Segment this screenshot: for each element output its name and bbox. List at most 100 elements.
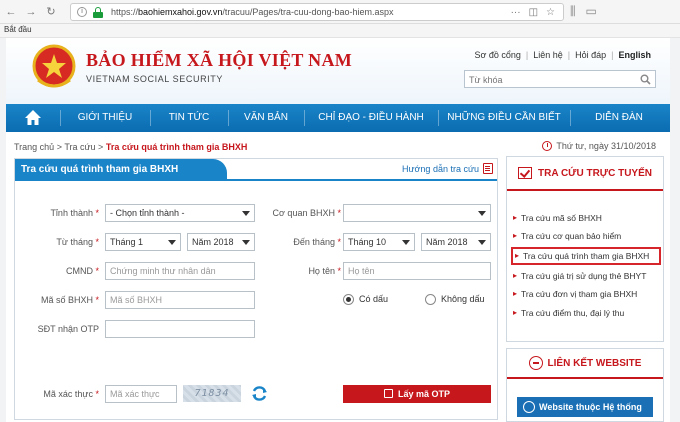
breadcrumb-current: Tra cứu quá trình tham gia BHXH [105,142,248,152]
nav-separator [304,110,305,126]
english-link[interactable]: English [613,50,656,60]
reload-icon[interactable]: ↻ [44,5,58,19]
back-icon[interactable]: ← [4,5,18,19]
star-icon[interactable]: ☆ [546,7,555,18]
browser-toolbar: ← → ↻ i https://baohiemxahoi.gov.vn/trac… [0,0,680,24]
nav-item-documents[interactable]: VĂN BẢN [232,104,300,132]
home-icon[interactable] [24,109,42,127]
province-select[interactable]: - Chọn tỉnh thành - [105,204,255,222]
document-icon[interactable] [483,163,493,174]
accent-yes-label[interactable]: Có dấu [359,294,388,304]
breadcrumb-home[interactable]: Trang chủ [14,142,54,152]
breadcrumb-separator: > [56,142,62,152]
forward-icon[interactable]: → [24,5,38,19]
nav-separator [60,110,61,126]
site-header: BẢO HIỂM XÃ HỘI VIỆT NAM VIETNAM SOCIAL … [6,38,670,104]
from-year-select[interactable]: Năm 2018 [187,233,255,251]
full-name-label: Họ tên * [308,266,341,276]
refresh-icon[interactable] [251,385,268,402]
captcha-input[interactable]: Mã xác thực [105,385,177,403]
breadcrumb-separator: > [98,142,104,152]
header-search [464,70,656,88]
nav-item-direction[interactable]: CHỈ ĐẠO - ĐIỀU HÀNH [308,104,434,132]
from-month-value: Tháng 1 [110,237,144,247]
sidebar-item-participation-history[interactable]: Tra cứu quá trình tham gia BHXH [511,247,661,265]
to-month-label: Đến tháng * [293,237,341,247]
id-card-placeholder: Chứng minh thư nhân dân [110,266,216,276]
online-lookup-header: TRA CỨU TRỰC TUYẾN [507,157,663,191]
sidebar-icon[interactable]: ▭ [586,4,597,19]
nav-item-forum[interactable]: DIỄN ĐÀN [574,104,664,132]
browser-extensions: ⫼ ▭ [570,4,597,19]
province-value: - Chọn tỉnh thành - [110,208,185,218]
chevron-down-icon [168,240,176,245]
province-label: Tỉnh thành * [50,208,99,218]
info-icon[interactable]: i [77,7,87,17]
search-icon[interactable] [640,74,651,85]
nav-item-news[interactable]: TIN TỨC [154,104,224,132]
sitemap-link[interactable]: Sơ đồ cổng [469,50,525,60]
get-otp-button[interactable]: Lấy mã OTP [343,385,491,403]
link-icon [528,356,543,370]
nav-item-about[interactable]: GIỚI THIỆU [64,104,146,132]
accent-yes-radio[interactable] [343,294,354,305]
chevron-down-icon [478,211,486,216]
guide-link[interactable]: Hướng dẫn tra cứu [402,163,493,174]
guide-link-label[interactable]: Hướng dẫn tra cứu [402,164,479,174]
url-text: https://baohiemxahoi.gov.vn/tracuu/Pages… [111,7,394,17]
system-websites-button[interactable]: Website thuộc Hệ thống [517,397,653,417]
nav-item-need-to-know[interactable]: NHỮNG ĐIỀU CẦN BIẾT [442,104,566,132]
otp-phone-input[interactable] [105,320,255,338]
from-month-label: Từ tháng * [56,237,99,247]
more-icon[interactable]: ··· [511,7,521,18]
nav-separator [228,110,229,126]
search-input[interactable] [469,73,633,86]
online-lookup-title: TRA CỨU TRỰC TUYẾN [538,167,652,179]
faq-link[interactable]: Hỏi đáp [570,50,611,60]
sidebar-item-insurance-code[interactable]: Tra cứu mã số BHXH [511,209,661,227]
captcha-label: Mã xác thực * [43,389,99,399]
sidebar-item-insurance-agency[interactable]: Tra cứu cơ quan bảo hiểm [511,227,661,245]
accent-no-label[interactable]: Không dấu [441,294,485,304]
full-name-input[interactable]: Họ tên [343,262,491,280]
chevron-down-icon [478,240,486,245]
globe-icon [523,401,535,413]
nav-separator [150,110,151,126]
from-year-value: Năm 2018 [192,237,234,247]
breadcrumb-parent[interactable]: Tra cứu [64,142,95,152]
bookmark-bar: Bắt đầu [0,24,680,38]
bookmark-item[interactable]: Bắt đầu [4,25,32,34]
to-year-value: Năm 2018 [426,237,468,247]
online-lookup-box: TRA CỨU TRỰC TUYẾN Tra cứu mã số BHXH Tr… [506,156,664,342]
sidebar-item-health-card[interactable]: Tra cứu giá trị sử dụng thẻ BHYT [511,267,661,285]
site-title[interactable]: BẢO HIỂM XÃ HỘI VIỆT NAM [86,50,352,71]
login-icon [383,389,393,399]
website-links-title: LIÊN KẾT WEBSITE [547,357,642,369]
date-text: Thứ tư, ngày 31/10/2018 [556,141,656,151]
pocket-icon[interactable]: ◫ [529,7,538,18]
insurance-code-input[interactable]: Mã số BHXH [105,291,255,309]
main-nav: GIỚI THIỆU TIN TỨC VĂN BẢN CHỈ ĐẠO - ĐIỀ… [6,104,670,132]
address-bar[interactable]: i https://baohiemxahoi.gov.vn/tracuu/Pag… [70,3,564,21]
top-links: Sơ đồ cổng | Liên hệ | Hỏi đáp | English [469,50,656,60]
agency-label: Cơ quan BHXH * [272,208,341,218]
insurance-code-placeholder: Mã số BHXH [110,295,163,305]
chevron-down-icon [402,240,410,245]
panel-title: Tra cứu quá trình tham gia BHXH [15,159,227,181]
to-month-select[interactable]: Tháng 10 [343,233,415,251]
from-month-select[interactable]: Tháng 1 [105,233,181,251]
agency-select[interactable] [343,204,491,222]
to-year-select[interactable]: Năm 2018 [421,233,491,251]
nav-separator [570,110,571,126]
contact-link[interactable]: Liên hệ [528,50,568,60]
sidebar-item-participating-unit[interactable]: Tra cứu đơn vị tham gia BHXH [511,285,661,303]
website-links-header: LIÊN KẾT WEBSITE [507,349,663,379]
sidebar-item-collection-point[interactable]: Tra cứu điểm thu, đại lý thu [511,304,661,322]
library-icon[interactable]: ⫼ [570,4,576,19]
nav-separator [438,110,439,126]
breadcrumb: Trang chủ > Tra cứu > Tra cứu quá trình … [14,142,247,152]
panel-header: Tra cứu quá trình tham gia BHXH Hướng dẫ… [15,159,497,181]
id-card-input[interactable]: Chứng minh thư nhân dân [105,262,255,280]
id-card-label: CMND * [65,266,99,276]
accent-no-radio[interactable] [425,294,436,305]
